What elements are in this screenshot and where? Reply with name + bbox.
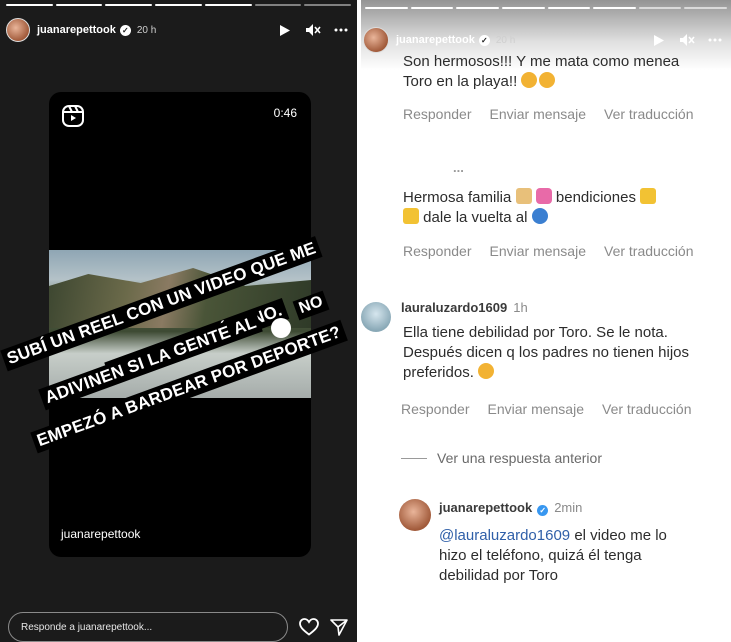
reply-button[interactable]: Responder — [403, 106, 472, 122]
comment-username[interactable]: ... — [453, 160, 464, 175]
right-story: juanarepettook ✓ 20 h Son hermosos!!! Y … — [361, 0, 731, 642]
heart-eyes-emoji-icon — [539, 72, 556, 88]
play-icon[interactable] — [277, 22, 293, 38]
commenter-avatar[interactable] — [361, 302, 391, 332]
family-emoji-icon — [515, 188, 532, 204]
more-options-icon[interactable] — [333, 22, 349, 38]
view-previous-reply[interactable]: Ver una respuesta anterior — [401, 450, 602, 466]
send-message-button[interactable]: Enviar mensaje — [490, 106, 587, 122]
send-message-button[interactable]: Enviar mensaje — [490, 243, 587, 259]
verified-icon: ✓ — [478, 34, 490, 46]
story-header: juanarepettook ✓ 20 h — [363, 26, 723, 54]
comment-text: Hermosa familia bendiciones dale la vuel… — [403, 188, 657, 228]
comment-actions: Responder Enviar mensaje Ver traducción — [401, 401, 692, 417]
globe-emoji-icon — [531, 208, 548, 224]
view-previous-label: Ver una respuesta anterior — [437, 450, 602, 466]
comment-line: preferidos. — [403, 364, 474, 381]
post-time: 20 h — [136, 24, 157, 36]
comment-actions: Responder Enviar mensaje Ver traducción — [403, 243, 694, 259]
heart-icon[interactable] — [299, 618, 319, 641]
comment-line: Ella tiene debilidad por Toro. Se le not… — [403, 324, 668, 341]
verified-icon: ✓ — [537, 505, 549, 516]
comment-text: Ella tiene debilidad por Toro. Se le not… — [403, 323, 689, 383]
reel-card[interactable]: 0:46 juanarepettook — [49, 92, 311, 557]
more-options-icon[interactable] — [707, 32, 723, 48]
reply-input[interactable]: Responde a juanarepettook... — [8, 612, 288, 642]
comment-text: Son hermosos!!! Y me mata como menea Tor… — [403, 52, 679, 92]
thumbs-up-emoji-icon — [640, 188, 657, 204]
play-icon[interactable] — [651, 32, 667, 48]
story-progress — [365, 7, 727, 9]
verified-icon: ✓ — [119, 24, 131, 36]
comment-line: Hermosa familia — [403, 189, 512, 206]
post-time: 20 h — [495, 34, 516, 46]
see-translation-button[interactable]: Ver traducción — [604, 106, 694, 122]
comment-time: 1h — [513, 300, 528, 315]
avatar[interactable] — [363, 27, 389, 53]
reels-icon — [61, 104, 85, 128]
story-progress — [6, 4, 352, 6]
mute-icon[interactable] — [679, 32, 695, 48]
hearts-emoji-icon — [535, 188, 552, 204]
reply-username-text: juanarepettook — [439, 500, 533, 515]
video-thumbnail — [49, 250, 311, 398]
story-header: juanarepettook ✓ 20 h — [6, 16, 349, 44]
comment-line: Toro en la playa!! — [403, 73, 518, 90]
see-translation-button[interactable]: Ver traducción — [604, 243, 694, 259]
send-icon[interactable] — [330, 618, 348, 641]
heart-eyes-emoji-icon — [521, 72, 538, 88]
see-translation-button[interactable]: Ver traducción — [602, 401, 692, 417]
mute-icon[interactable] — [305, 22, 321, 38]
comment-username-text: lauraluzardo1609 — [401, 300, 508, 315]
send-message-button[interactable]: Enviar mensaje — [488, 401, 585, 417]
comment-line: bendiciones — [555, 189, 636, 206]
reply-line: debilidad por Toro — [439, 567, 558, 584]
raised-hands-emoji-icon — [403, 208, 419, 224]
comment-line: dale la vuelta al — [423, 209, 528, 226]
reply-avatar[interactable] — [399, 499, 431, 531]
username[interactable]: juanarepettook — [396, 34, 475, 46]
left-story: juanarepettook ✓ 20 h 0:46 juanarepettoo… — [0, 0, 357, 642]
comment-actions: Responder Enviar mensaje Ver traducción — [403, 106, 694, 122]
comment-username[interactable]: lauraluzardo1609 1h — [401, 300, 528, 315]
reply-line: el video me lo — [570, 527, 667, 544]
reply-button[interactable]: Responder — [401, 401, 470, 417]
mention-link[interactable]: @lauraluzardo1609 — [439, 527, 570, 544]
reply-line: hizo el teléfono, quizá él tenga — [439, 547, 642, 564]
video-duration: 0:46 — [273, 106, 297, 120]
comment-line: Son hermosos!!! Y me mata como menea — [403, 53, 680, 70]
reply-button[interactable]: Responder — [403, 243, 472, 259]
reel-username[interactable]: juanarepettook — [61, 527, 140, 541]
username[interactable]: juanarepettook — [37, 24, 116, 36]
reply-time: 2min — [554, 500, 583, 515]
comment-line: Después dicen q los padres no tienen hij… — [403, 344, 690, 361]
avatar[interactable] — [6, 18, 30, 42]
reply-text: @lauraluzardo1609 el video me lo hizo el… — [439, 526, 667, 586]
laughing-emoji-icon — [478, 363, 495, 379]
reply-username[interactable]: juanarepettook ✓ 2min — [439, 500, 582, 516]
